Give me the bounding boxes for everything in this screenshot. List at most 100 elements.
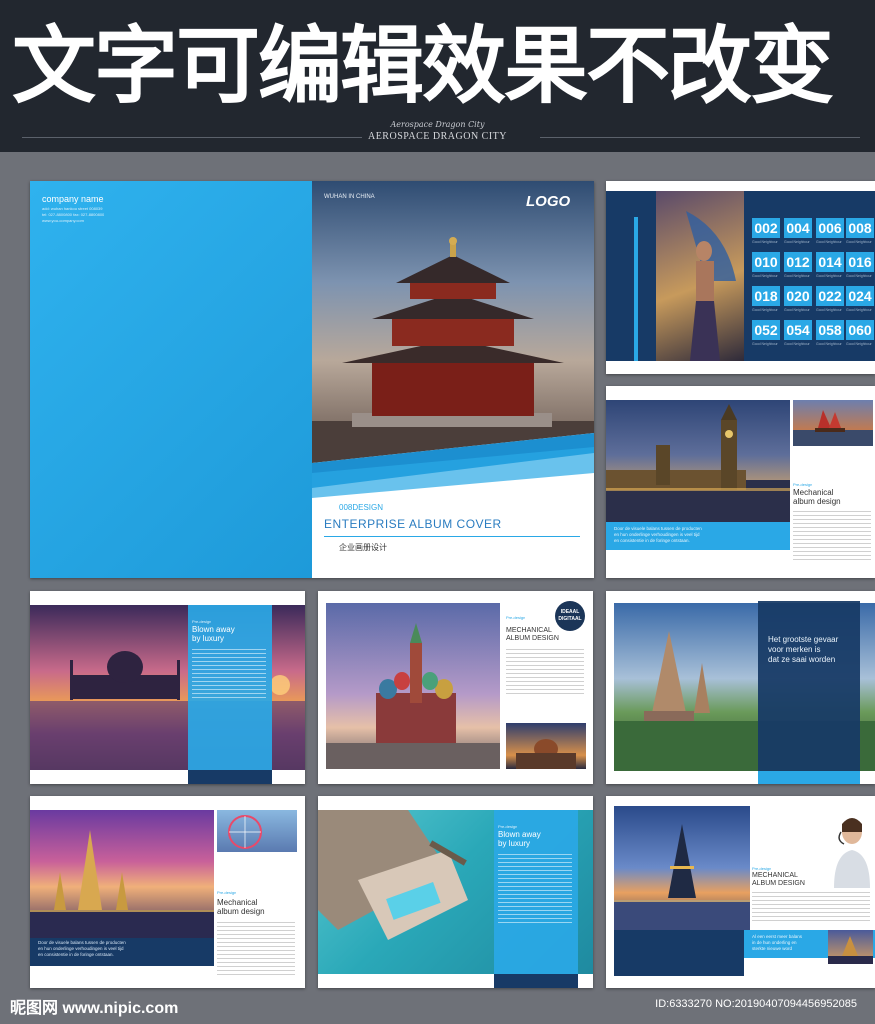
catalog-number-label: Good Neighbour <box>752 240 778 244</box>
small-label: Pre-design <box>192 619 212 624</box>
ferris-wheel-photo <box>217 810 297 852</box>
catalog-number-label: Good Neighbour <box>846 240 872 244</box>
chiangmai-spread: Het grootste gevaar voor merken is dat z… <box>606 591 875 784</box>
company-web: www.you-company.com <box>42 218 84 223</box>
taj-spread: Pre-design Blown away by luxury <box>30 591 305 784</box>
catalog-number-label: Good Neighbour <box>846 342 872 346</box>
catalog-number: 016 <box>846 252 874 272</box>
catalog-number-label: Good Neighbour <box>816 308 842 312</box>
dancer-photo <box>656 191 744 361</box>
catalog-number: 020 <box>784 286 812 306</box>
london-photo <box>606 400 790 522</box>
moscow-spread: Pre-design MECHANICAL ALBUM DESIGN IDEAA… <box>318 591 593 784</box>
catalog-number-label: Good Neighbour <box>784 342 810 346</box>
catalog-number: 008 <box>846 218 874 238</box>
st-basils-silhouette <box>326 623 500 769</box>
quote-line: voor merken is <box>768 645 821 654</box>
body-text-block <box>217 922 295 978</box>
paris-navy-panel <box>614 930 744 976</box>
ferris-wheel <box>228 815 262 849</box>
chiangmai-blue-footer <box>758 771 860 784</box>
chiangmai-navy-panel <box>758 601 860 773</box>
temple-photo <box>312 181 594 471</box>
bangkok-spread: Door de visuele balans tussen de product… <box>30 796 305 988</box>
catalog-number-label: Good Neighbour <box>784 240 810 244</box>
city-label: WUHAN IN CHINA <box>324 194 375 200</box>
catalog-number-label: Good Neighbour <box>752 342 778 346</box>
cover-cn-subtitle: 企业画册设计 <box>339 543 387 552</box>
nipic-watermark: 昵图网 www.nipic.com <box>10 1000 179 1017</box>
caption-line: en consistentie in de foringe ontstaan. <box>614 538 690 543</box>
catalog-number: 012 <box>784 252 812 272</box>
header-script-line: Aerospace Dragon City <box>390 120 485 129</box>
mechanical-heading: Mechanical <box>217 898 258 907</box>
header-banner: 文字可编辑效果不改变 Aerospace Dragon City AEROSPA… <box>0 0 875 152</box>
catalog-number: 014 <box>816 252 844 272</box>
quote-line: Het grootste gevaar <box>768 635 839 644</box>
catalog-number-label: Good Neighbour <box>846 274 872 278</box>
catalog-number: 010 <box>752 252 780 272</box>
small-label: Pre-design <box>506 615 526 620</box>
blown-away-heading: Blown away <box>192 625 235 634</box>
catalog-number-label: Good Neighbour <box>784 274 810 278</box>
album-design-heading: album design <box>217 907 265 916</box>
mechanical-heading: MECHANICAL <box>506 627 552 634</box>
catalog-number: 024 <box>846 286 874 306</box>
wat-arun-silhouette <box>30 830 214 938</box>
quote-line: dat ze saai worden <box>768 655 836 664</box>
big-ben-silhouette <box>606 404 790 522</box>
catalog-number-label: Good Neighbour <box>816 240 842 244</box>
catalog-number: 002 <box>752 218 780 238</box>
by-luxury-heading: by luxury <box>192 634 225 643</box>
catalog-number: 052 <box>752 320 780 340</box>
dancer-silhouette <box>686 211 736 361</box>
catalog-number-label: Good Neighbour <box>784 308 810 312</box>
maldives-spread: Pre-design Blown away by luxury <box>318 796 593 988</box>
cover-spread: company name add: wuhan hankou street 00… <box>30 181 594 578</box>
paris-caption: Al een eerst meer balans in de hun onder… <box>752 934 802 952</box>
album-design-heading: album design <box>793 497 841 506</box>
header-title: 文字可编辑效果不改变 <box>12 17 834 115</box>
body-text-block <box>498 854 572 924</box>
small-label: Pre-design <box>217 890 237 895</box>
operator-photo <box>828 810 874 888</box>
catalog-number: 058 <box>816 320 844 340</box>
body-text-block <box>506 649 584 697</box>
caption-line: sterkte nieuwe word <box>752 946 793 951</box>
hongkong-photo <box>793 400 873 446</box>
company-name: company name <box>42 194 104 204</box>
album-design-heading: ALBUM DESIGN <box>506 635 559 642</box>
body-text-block <box>793 511 871 561</box>
moscow-photo <box>326 603 500 769</box>
ideaal-badge: IDEAAL DIGITAAL <box>555 601 585 631</box>
body-text-block <box>752 892 870 922</box>
caption-line: en consistentie in de foringe ontstaan. <box>38 952 114 957</box>
catalog-number: 022 <box>816 286 844 306</box>
design-code: 008DESIGN <box>339 503 384 512</box>
cover-title-rule <box>324 536 580 537</box>
florence-photo <box>506 723 586 769</box>
catalog-number-label: Good Neighbour <box>816 274 842 278</box>
body-text-block <box>192 649 266 699</box>
by-luxury-heading: by luxury <box>498 839 531 848</box>
risk-quote: Het grootste gevaar voor merken is dat z… <box>768 635 838 665</box>
london-caption: Door de visuele balans tussen de product… <box>614 526 702 544</box>
header-rule-left <box>22 137 362 138</box>
paris-spread: Al een eerst meer balans in de hun onder… <box>606 796 875 988</box>
maldives-navy-footer <box>494 974 578 988</box>
catalog-number: 018 <box>752 286 780 306</box>
temple-thumb-silhouette <box>828 936 873 964</box>
mechanical-heading: MECHANICAL <box>752 872 798 879</box>
header-rule-right <box>540 137 860 138</box>
london-spread: Door de visuele balans tussen de product… <box>606 386 875 578</box>
mechanical-heading: Mechanical <box>793 488 834 497</box>
image-id-text: ID:6333270 NO:20190407094456952085 <box>655 998 857 1010</box>
dome-silhouette <box>516 739 576 769</box>
catalog-accent-bar <box>634 217 638 361</box>
company-address: add: wuhan hankou street 008039 <box>42 206 103 211</box>
bangkok-caption: Door de visuele balans tussen de product… <box>38 940 126 958</box>
company-tel: tel: 027-8800800 fax: 027-8800800 <box>42 212 105 217</box>
small-label: Pre-design <box>498 824 518 829</box>
catalog-number: 006 <box>816 218 844 238</box>
eiffel-photo <box>614 806 750 930</box>
